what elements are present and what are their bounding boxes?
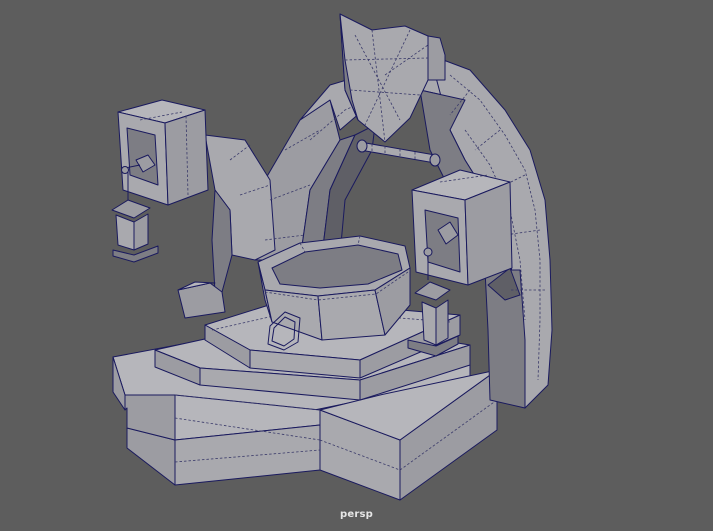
right-lantern-post[interactable] <box>411 169 513 286</box>
well-model-wireframe[interactable] <box>0 0 713 531</box>
left-lantern-post[interactable] <box>117 99 209 206</box>
viewport-persp[interactable]: persp <box>0 0 713 531</box>
octagonal-basin[interactable] <box>257 235 411 341</box>
camera-name-label: persp <box>340 509 373 520</box>
